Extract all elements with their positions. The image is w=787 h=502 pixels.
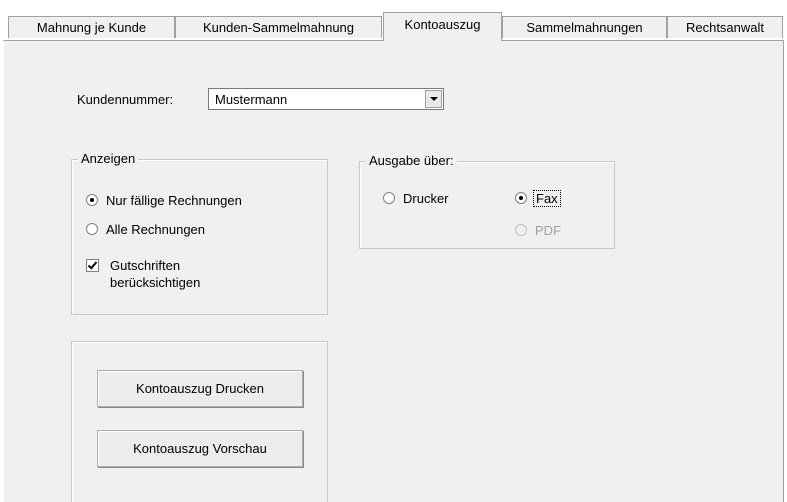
tab-label: Mahnung je Kunde [36,20,147,35]
output-group-title: Ausgabe über: [366,153,457,168]
print-statement-label: Kontoauszug Drucken [136,381,264,396]
tab-bar: Mahnung je Kunde Kunden-Sammelmahnung Ko… [0,0,787,41]
output-options-group: Ausgabe über: Drucker Fax PDF [359,153,615,249]
chevron-down-icon [429,97,438,101]
radio-unchecked-icon [86,223,98,235]
display-options-group: Anzeigen Nur fällige Rechnungen Alle Rec… [71,151,328,315]
tab-label: Rechtsanwalt [685,20,765,35]
display-group-title: Anzeigen [78,151,139,166]
tab-sammelmahnungen[interactable]: Sammelmahnungen [502,16,667,38]
actions-group: Kontoauszug Drucken Kontoauszug Vorschau [71,341,328,502]
radio-printer[interactable]: Drucker [383,190,449,207]
checkbox-credits-label: Gutschriften berücksichtigen [110,257,200,291]
radio-disabled-icon [515,224,527,236]
checkbox-include-credits[interactable]: Gutschriften berücksichtigen [86,257,200,291]
tab-label: Sammelmahnungen [526,20,643,35]
radio-all-label: Alle Rechnungen [106,222,206,237]
customer-number-value: Mustermann [215,92,288,107]
customer-number-combobox[interactable]: Mustermann [208,88,444,110]
radio-fax[interactable]: Fax [515,190,561,207]
radio-checked-icon [515,192,527,204]
dropdown-button[interactable] [425,90,442,108]
radio-unchecked-icon [383,192,395,204]
radio-checked-icon [86,194,98,206]
radio-due-label: Nur fällige Rechnungen [106,193,242,208]
preview-statement-button[interactable]: Kontoauszug Vorschau [97,430,303,467]
checkbox-credits-line2: berücksichtigen [110,275,201,290]
tab-mahnung-je-kunde[interactable]: Mahnung je Kunde [8,16,175,38]
customer-number-label: Kundennummer: [77,92,174,107]
radio-pdf: PDF [515,222,561,239]
tab-rechtsanwalt[interactable]: Rechtsanwalt [667,16,783,38]
radio-all-invoices[interactable]: Alle Rechnungen [86,221,205,238]
preview-statement-label: Kontoauszug Vorschau [133,441,267,456]
checkbox-checked-icon [86,259,99,272]
print-statement-button[interactable]: Kontoauszug Drucken [97,370,303,407]
tab-kontoauszug[interactable]: Kontoauszug [383,12,502,41]
radio-fax-label: Fax [533,190,561,207]
radio-printer-label: Drucker [403,191,449,206]
checkbox-credits-line1: Gutschriften [110,258,181,273]
radio-due-invoices[interactable]: Nur fällige Rechnungen [86,192,242,209]
tab-label: Kontoauszug [404,16,481,32]
radio-pdf-label: PDF [535,223,561,238]
tab-label: Kunden-Sammelmahnung [202,20,355,35]
tab-kunden-sammelmahnung[interactable]: Kunden-Sammelmahnung [175,16,382,38]
